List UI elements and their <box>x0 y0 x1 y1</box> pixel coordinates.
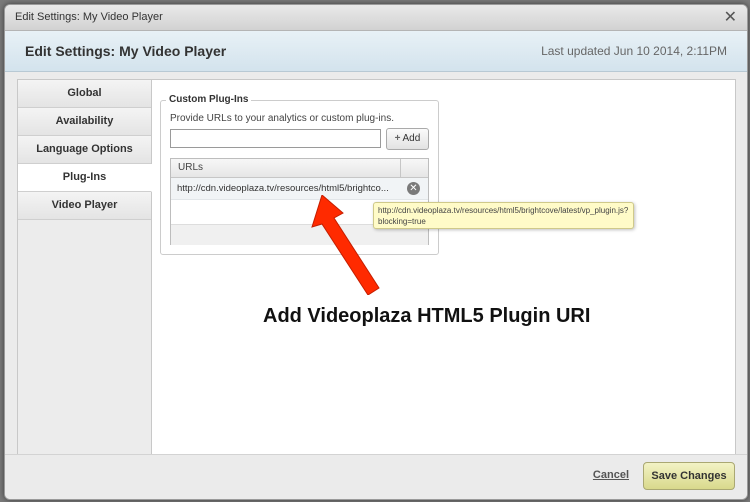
window-title: Edit Settings: My Video Player <box>15 11 163 23</box>
custom-plugins-section: Custom Plug-Ins Provide URLs to your ana… <box>160 94 439 255</box>
section-description: Provide URLs to your analytics or custom… <box>170 113 394 124</box>
add-button-label: Add <box>402 133 421 144</box>
nav-item-language-options[interactable]: Language Options <box>18 136 151 164</box>
settings-nav: Global Availability Language Options Plu… <box>18 80 152 455</box>
last-updated-text: Last updated Jun 10 2014, 2:11PM <box>541 44 727 58</box>
save-changes-button[interactable]: Save Changes <box>643 462 735 490</box>
url-tooltip: http://cdn.videoplaza.tv/resources/html5… <box>373 202 634 229</box>
plus-icon: + <box>394 133 401 144</box>
plugin-url-input[interactable] <box>170 129 381 148</box>
table-row[interactable]: http://cdn.videoplaza.tv/resources/html5… <box>171 178 428 200</box>
page-title: Edit Settings: My Video Player <box>25 43 227 59</box>
remove-circle-icon[interactable]: ✕ <box>407 182 420 195</box>
grid-header: URLs <box>171 159 428 178</box>
nav-item-global[interactable]: Global <box>18 80 151 108</box>
dialog-footer: Cancel Save Changes <box>5 454 747 499</box>
dialog-header: Edit Settings: My Video Player Last upda… <box>5 31 747 72</box>
grid-header-label: URLs <box>178 162 204 173</box>
nav-item-plug-ins[interactable]: Plug-Ins <box>18 164 152 192</box>
annotation-text: Add Videoplaza HTML5 Plugin URI <box>263 305 591 327</box>
annotation-arrow-icon <box>311 195 380 295</box>
section-legend: Custom Plug-Ins <box>166 94 252 105</box>
nav-item-availability[interactable]: Availability <box>18 108 151 136</box>
close-icon[interactable]: ✕ <box>724 8 737 26</box>
nav-item-video-player[interactable]: Video Player <box>18 192 151 220</box>
window-titlebar: Edit Settings: My Video Player ✕ <box>5 5 747 31</box>
cancel-link[interactable]: Cancel <box>593 469 629 481</box>
column-divider <box>400 159 401 177</box>
add-plugin-button[interactable]: + Add <box>386 128 429 150</box>
